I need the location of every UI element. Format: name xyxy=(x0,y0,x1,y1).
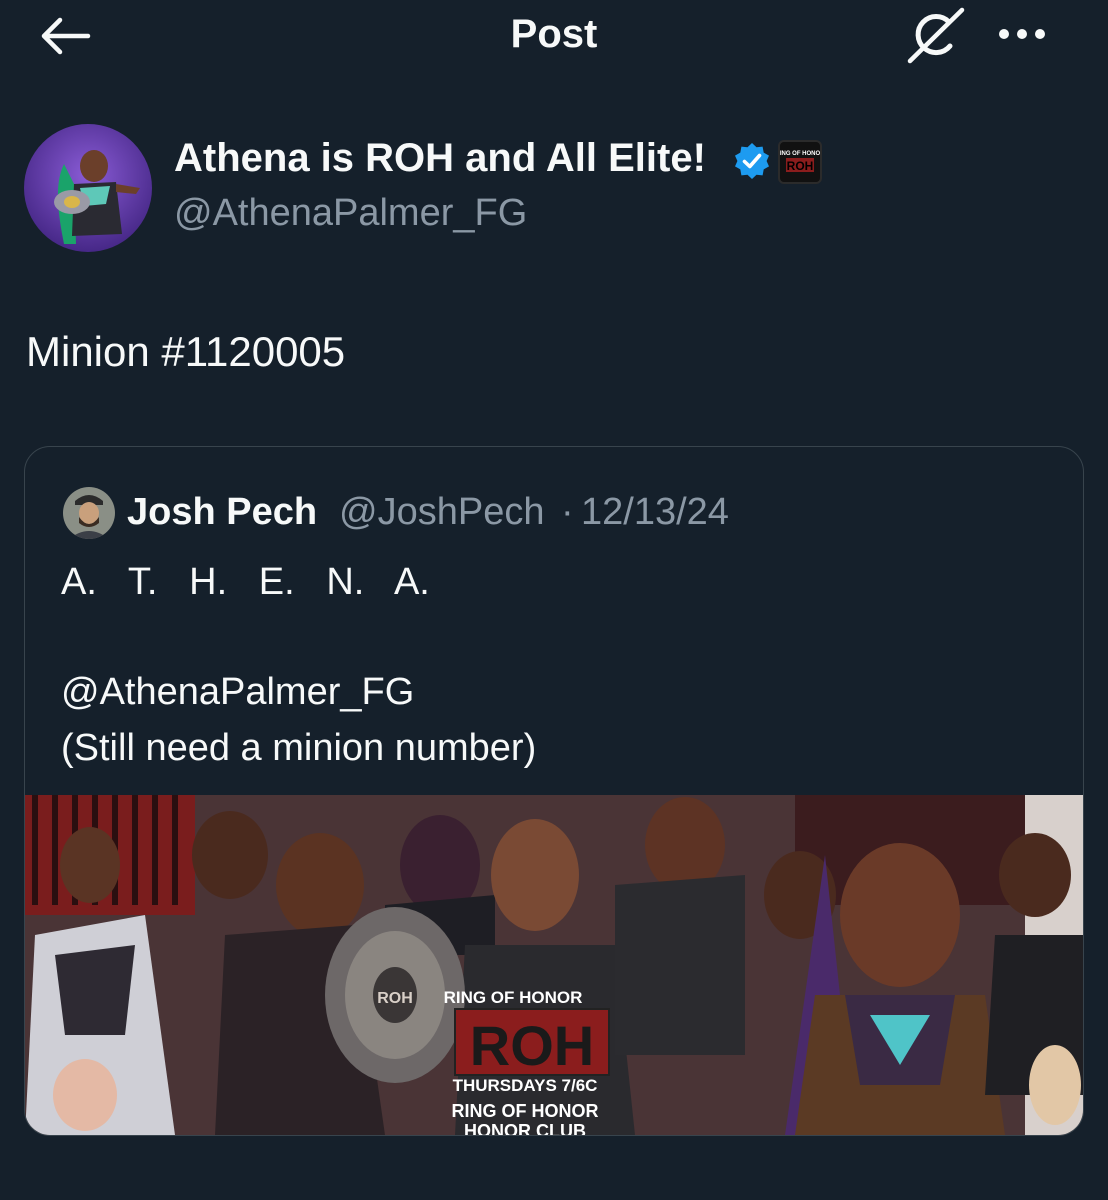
quoted-post[interactable]: Josh Pech @JoshPech · 12/13/24 A. T. H. … xyxy=(24,446,1084,1136)
schedule-text: THURSDAYS 7/6C xyxy=(453,1076,598,1095)
logo-top-text: RING OF HONOR xyxy=(444,988,583,1007)
author-avatar[interactable] xyxy=(24,124,152,252)
logo-club-text: HONOR CLUB xyxy=(464,1121,586,1135)
belt-text: ROH xyxy=(377,990,413,1007)
author-handle[interactable]: @AthenaPalmer_FG xyxy=(174,192,527,235)
quote-author-avatar[interactable] xyxy=(63,487,115,539)
grok-icon xyxy=(907,7,965,64)
quote-text-line: (Still need a minion number) xyxy=(61,727,537,769)
top-bar: Post xyxy=(0,0,1108,72)
more-button[interactable] xyxy=(992,16,1052,52)
more-icon xyxy=(999,29,1045,39)
verified-badge-icon xyxy=(735,143,769,179)
quote-author-name: Josh Pech xyxy=(127,491,318,533)
post-text: Minion #1120005 xyxy=(26,328,346,375)
logo-bottom-text: RING OF HONOR xyxy=(452,1101,599,1121)
quote-media-image[interactable]: ROH RING OF HONOR ROH THURSDAYS 7/6C RIN… xyxy=(25,795,1083,1135)
quote-separator: · xyxy=(561,491,574,533)
quote-mention[interactable]: @AthenaPalmer_FG xyxy=(61,671,414,714)
avatar-image xyxy=(63,487,115,539)
avatar-image xyxy=(24,124,152,252)
roh-logo-icon: RING OF HONOR ROH xyxy=(776,151,826,173)
logo-main-text: ROH xyxy=(470,1014,594,1077)
quote-text-line: A. T. H. E. N. A. xyxy=(61,561,430,603)
quote-author-handle: @JoshPech xyxy=(339,491,545,533)
grok-button[interactable] xyxy=(904,6,968,66)
roh-logo: RING OF HONOR ROH THURSDAYS 7/6C RING OF… xyxy=(444,988,610,1135)
svg-text:RING OF HONOR: RING OF HONOR xyxy=(780,151,820,157)
svg-text:ROH: ROH xyxy=(787,159,814,173)
affiliate-badge[interactable]: RING OF HONOR ROH xyxy=(776,140,826,184)
quote-date: 12/13/24 xyxy=(581,491,729,533)
author-display-name[interactable]: Athena is ROH and All Elite! xyxy=(174,136,706,181)
wrestling-collage-image: ROH RING OF HONOR ROH THURSDAYS 7/6C RIN… xyxy=(25,795,1083,1135)
